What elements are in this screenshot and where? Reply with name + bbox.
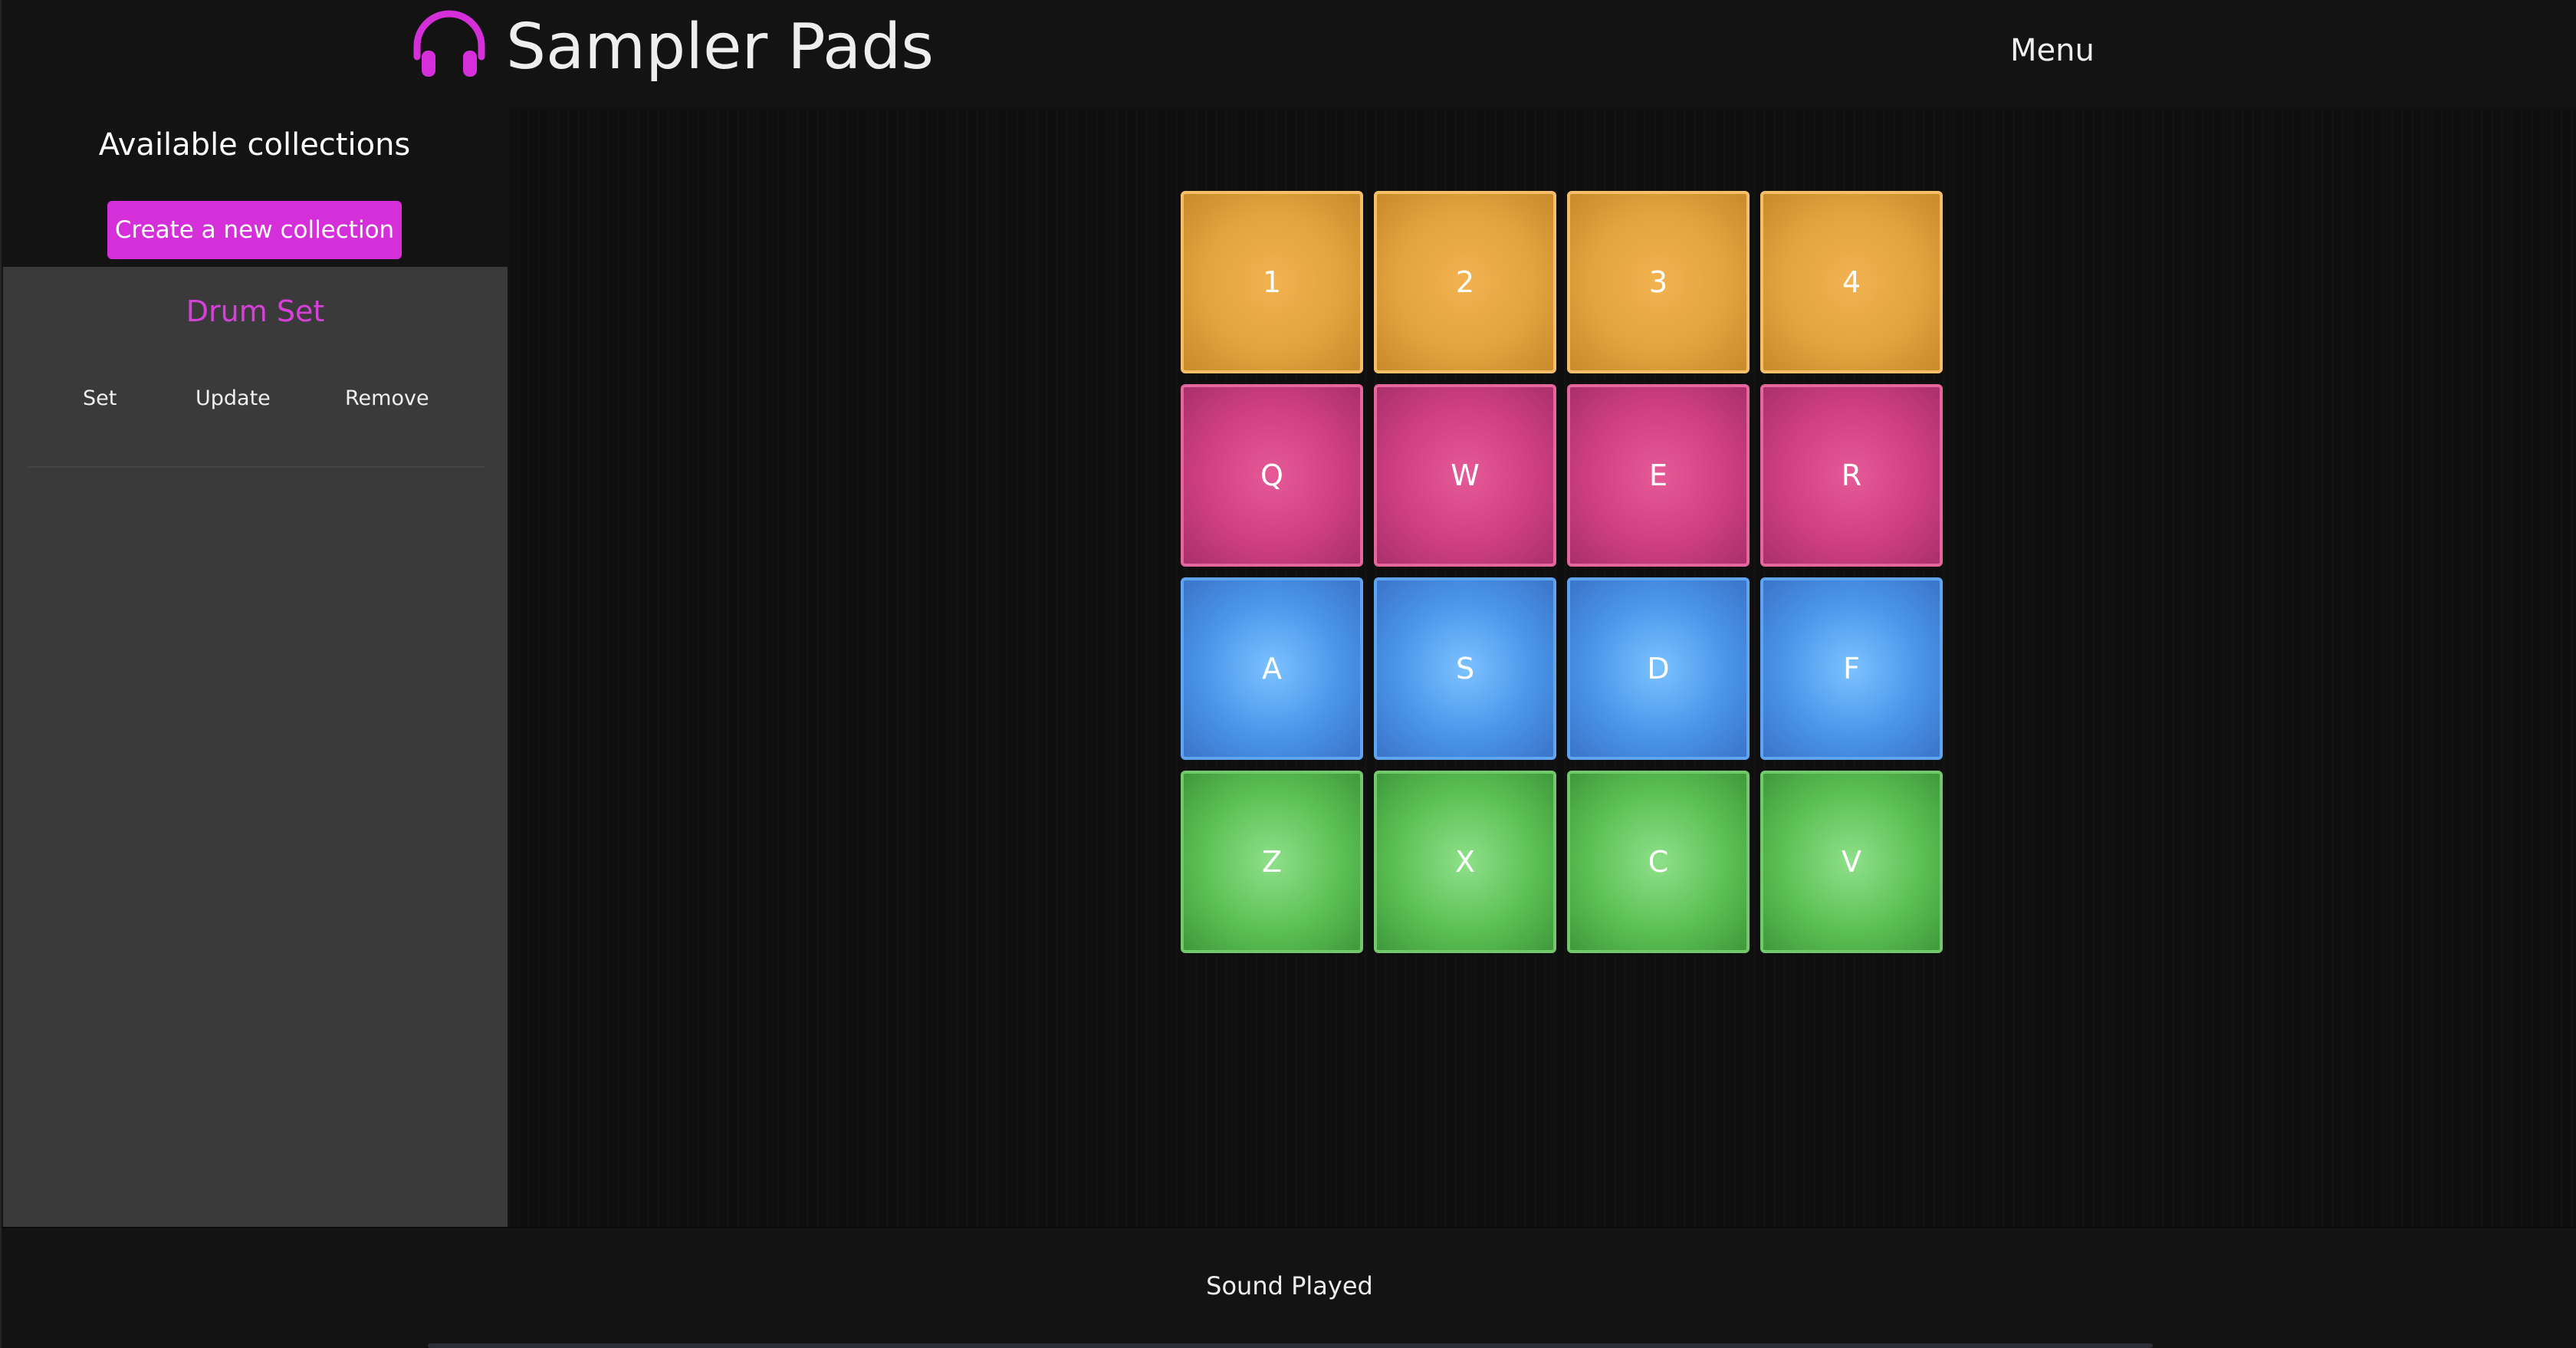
pad-3[interactable]: 3 [1567,191,1750,373]
pad-key-label: Z [1261,845,1283,879]
pad-q[interactable]: Q [1181,384,1363,567]
pad-f[interactable]: F [1760,577,1943,760]
remove-collection-button[interactable]: Remove [345,383,429,414]
pad-d[interactable]: D [1567,577,1750,760]
sidebar-header: Available collections Create a new colle… [2,108,508,267]
pad-key-label: 3 [1648,265,1668,299]
menu-button[interactable]: Menu [2010,28,2095,74]
header: Sampler Pads Menu [2,0,2576,108]
pad-key-label: 1 [1262,265,1282,299]
pad-key-label: 2 [1455,265,1475,299]
pad-4[interactable]: 4 [1760,191,1943,373]
collections-heading: Available collections [98,127,411,163]
update-collection-button[interactable]: Update [196,383,271,414]
pad-area: 1 2 3 4 Q W E R A S D F Z X C V [508,108,2576,1227]
pad-1[interactable]: 1 [1181,191,1363,373]
divider [28,466,485,468]
pad-key-label: W [1451,459,1480,492]
set-collection-button[interactable]: Set [83,383,117,414]
pad-w[interactable]: W [1374,384,1556,567]
collection-actions: Set Update Remove [3,383,508,422]
pad-c[interactable]: C [1567,771,1750,953]
pad-key-label: 4 [1842,265,1861,299]
pad-key-label: Q [1260,459,1283,492]
pad-r[interactable]: R [1760,384,1943,567]
pad-key-label: V [1842,845,1861,879]
create-collection-button[interactable]: Create a new collection [107,201,402,259]
pad-key-label: C [1648,845,1669,879]
pad-a[interactable]: A [1181,577,1363,760]
pad-e[interactable]: E [1567,384,1750,567]
scrollbar[interactable] [428,1343,2153,1348]
pad-key-label: F [1843,652,1860,686]
headphones-icon [413,10,485,77]
pad-key-label: S [1455,652,1475,686]
pad-2[interactable]: 2 [1374,191,1556,373]
pad-s[interactable]: S [1374,577,1556,760]
pad-x[interactable]: X [1374,771,1556,953]
pad-z[interactable]: Z [1181,771,1363,953]
app-window: Sampler Pads Menu Available collections … [0,0,2576,1348]
pad-grid: 1 2 3 4 Q W E R A S D F Z X C V [1181,191,1947,958]
footer: Sound Played [2,1227,2576,1348]
pad-key-label: R [1841,459,1862,492]
app-title: Sampler Pads [506,11,935,84]
pad-key-label: E [1648,459,1668,492]
status-text: Sound Played [1206,1271,1373,1300]
collection-name[interactable]: Drum Set [3,290,508,333]
pad-key-label: A [1262,652,1282,686]
collections-list: Drum Set Set Update Remove [3,267,508,1227]
pad-key-label: X [1454,845,1476,879]
pad-key-label: D [1647,652,1670,686]
pad-v[interactable]: V [1760,771,1943,953]
